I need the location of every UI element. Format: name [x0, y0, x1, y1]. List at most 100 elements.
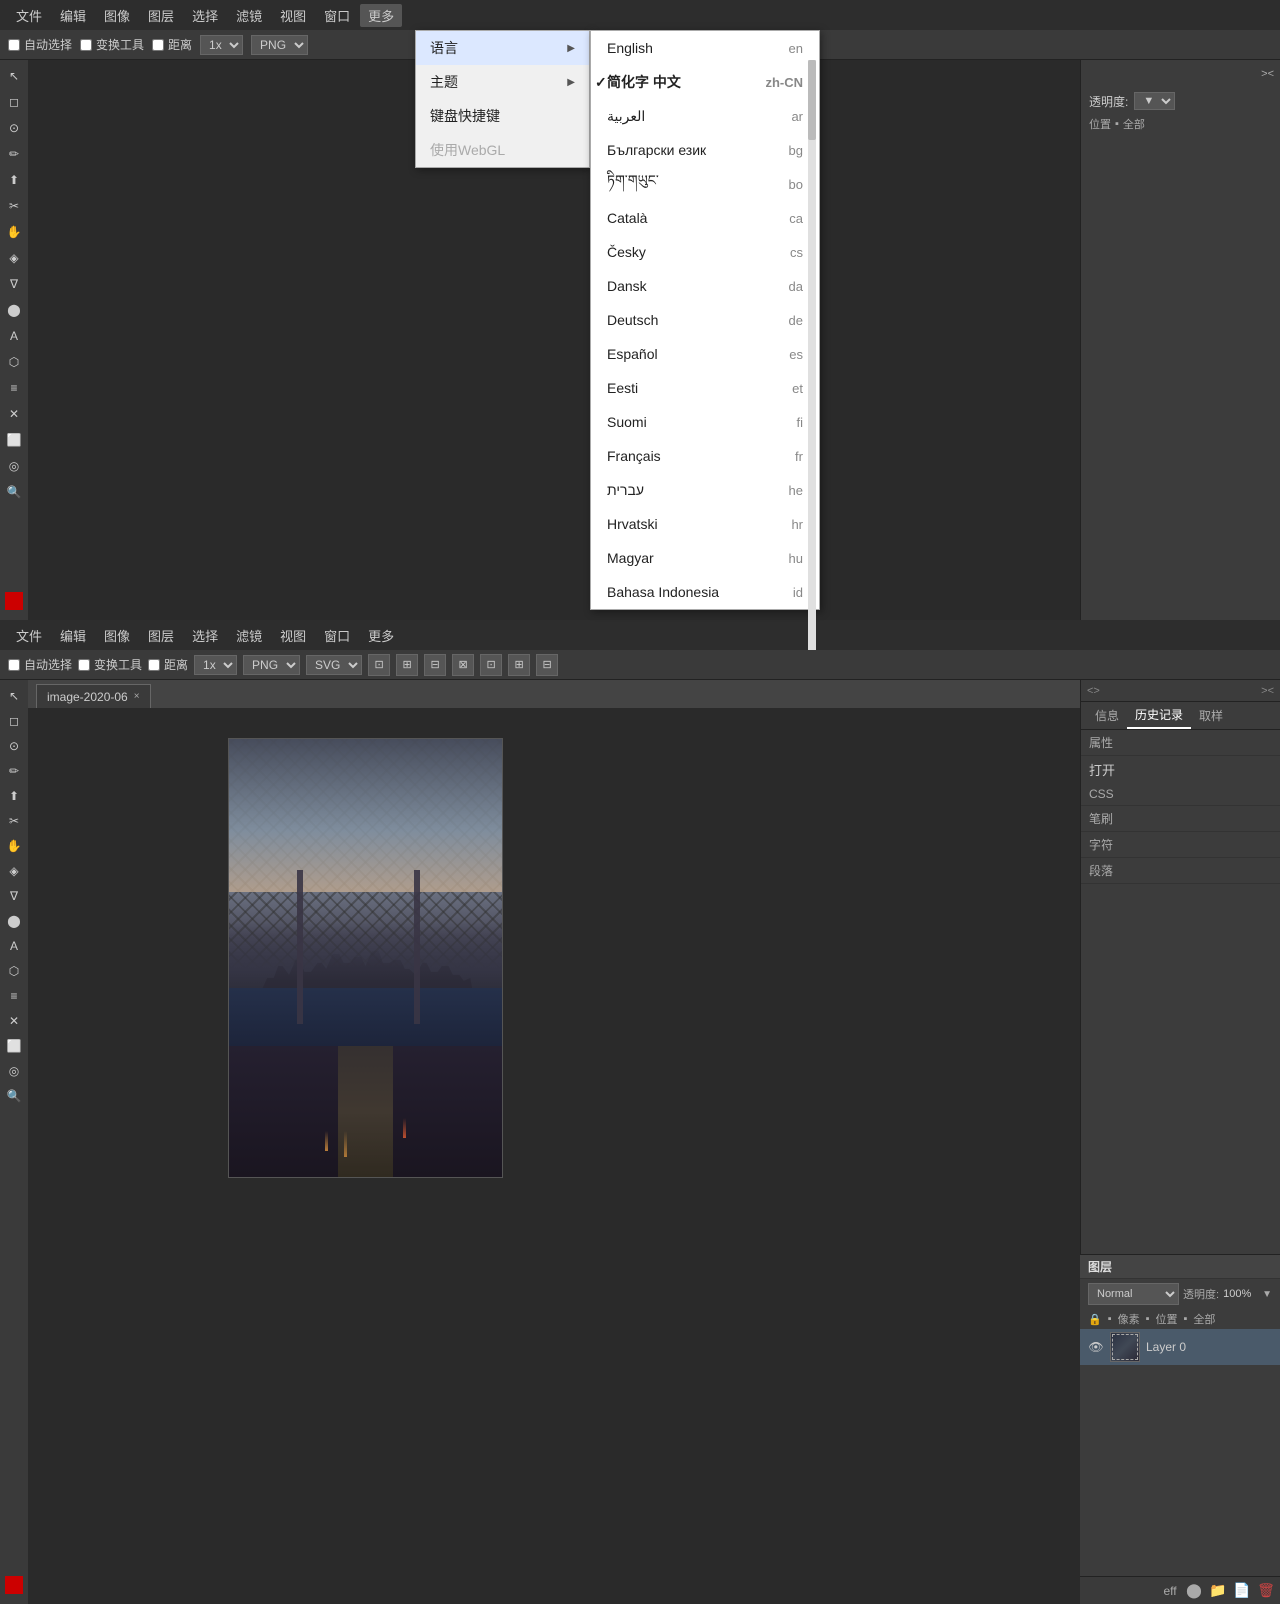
eraser-btn[interactable]: ✂: [2, 194, 26, 218]
text-tool-btn[interactable]: A: [2, 324, 26, 348]
menu-layer[interactable]: 图层: [140, 4, 182, 27]
menu-file[interactable]: 文件: [8, 4, 50, 27]
auto-select-checkbox[interactable]: 自动选择: [8, 36, 72, 53]
layer-visibility-toggle[interactable]: 👁: [1088, 1339, 1104, 1355]
bottom-zoom-select[interactable]: 1x: [194, 655, 237, 675]
select-tool-btn[interactable]: ↖: [2, 64, 26, 88]
bottom-menu-filter[interactable]: 滤镜: [228, 624, 270, 647]
format-select[interactable]: PNG: [251, 35, 308, 55]
lang-item-fi[interactable]: Suomi fi: [591, 405, 819, 439]
bottom-menu-image[interactable]: 图像: [96, 624, 138, 647]
bottom-distance-checkbox[interactable]: 距离: [148, 656, 188, 673]
arrange-btn[interactable]: ⊡: [480, 654, 502, 676]
align-center-btn[interactable]: ⊞: [396, 654, 418, 676]
lang-item-et[interactable]: Eesti et: [591, 371, 819, 405]
lang-submenu-scrollbar-thumb[interactable]: [808, 60, 816, 140]
bottom-menu-select[interactable]: 选择: [184, 624, 226, 647]
panel-right-arrow[interactable]: ><: [1261, 685, 1274, 697]
bottom-format2-select[interactable]: SVG: [306, 655, 362, 675]
layer-mask-btn[interactable]: ⬤: [1184, 1581, 1204, 1601]
layers-btn[interactable]: ≡: [2, 376, 26, 400]
b-zoom-tool-btn[interactable]: 🔍: [2, 1084, 26, 1108]
lang-item-es[interactable]: Español es: [591, 337, 819, 371]
lang-item-bg[interactable]: Български език bg: [591, 133, 819, 167]
bottom-auto-select-checkbox[interactable]: 自动选择: [8, 656, 72, 673]
transform-tool-checkbox[interactable]: 变换工具: [80, 36, 144, 53]
b-brush-tool-btn[interactable]: ✏: [2, 759, 26, 783]
lang-item-ar[interactable]: العربية ar: [591, 99, 819, 133]
align-right-btn[interactable]: ⊟: [424, 654, 446, 676]
bottom-foreground-color-swatch[interactable]: [5, 1576, 23, 1594]
bottom-menu-file[interactable]: 文件: [8, 624, 50, 647]
bottom-format-select[interactable]: PNG: [243, 655, 300, 675]
zoom-tool-btn[interactable]: 🔍: [2, 480, 26, 504]
properties-label[interactable]: 属性: [1081, 730, 1280, 756]
transform-tool-input[interactable]: [80, 39, 92, 51]
b-shapes-btn[interactable]: ⬤: [2, 909, 26, 933]
lang-item-ca[interactable]: Català ca: [591, 201, 819, 235]
layer-folder-btn[interactable]: 📁: [1208, 1581, 1228, 1601]
hand-tool-btn[interactable]: ✋: [2, 220, 26, 244]
brush-tool-btn[interactable]: ✏: [2, 142, 26, 166]
theme-menu-item[interactable]: 主题 ▶: [416, 65, 589, 99]
brush-label[interactable]: 笔刷: [1081, 806, 1280, 832]
shortcuts-menu-item[interactable]: 键盘快捷键: [416, 99, 589, 133]
b-gradient-btn[interactable]: ∇: [2, 884, 26, 908]
b-select-tool-btn[interactable]: ↖: [2, 684, 26, 708]
bottom-transform-input[interactable]: [78, 659, 90, 671]
align-left-btn[interactable]: ⊡: [368, 654, 390, 676]
opacity-dropdown-arrow[interactable]: ▼: [1262, 1289, 1272, 1300]
bottom-menu-edit[interactable]: 编辑: [52, 624, 94, 647]
b-text-tool-btn[interactable]: A: [2, 934, 26, 958]
clone-stamp-btn[interactable]: ⬆: [2, 168, 26, 192]
b-lasso-btn[interactable]: ⊙: [2, 734, 26, 758]
foreground-color-swatch[interactable]: [5, 592, 23, 610]
lang-item-zhcn[interactable]: ✓ 简化字 中文 zh-CN: [591, 65, 819, 99]
shapes-btn[interactable]: ⬤: [2, 298, 26, 322]
blend-mode-select[interactable]: Normal: [1088, 1283, 1179, 1305]
tab-sample[interactable]: 取样: [1191, 702, 1231, 729]
lang-item-he[interactable]: עברית he: [591, 473, 819, 507]
distance-checkbox[interactable]: 距离: [152, 36, 192, 53]
menu-image[interactable]: 图像: [96, 4, 138, 27]
arrange2-btn[interactable]: ⊞: [508, 654, 530, 676]
language-menu-item[interactable]: 语言 ▶: [416, 31, 589, 65]
transparency-select[interactable]: ▼: [1134, 92, 1175, 110]
magic-wand-btn[interactable]: ◈: [2, 246, 26, 270]
paint-bucket-btn[interactable]: ⬜: [2, 428, 26, 452]
tab-close-btn[interactable]: ×: [134, 691, 140, 702]
lang-item-fr[interactable]: Français fr: [591, 439, 819, 473]
panel-left-arrow[interactable]: <>: [1087, 685, 1100, 697]
layer-effect-btn[interactable]: eff: [1160, 1581, 1180, 1601]
lang-item-id[interactable]: Bahasa Indonesia id: [591, 575, 819, 609]
menu-more[interactable]: 更多: [360, 4, 402, 27]
tab-history[interactable]: 历史记录: [1127, 702, 1191, 729]
collapse-icon[interactable]: ><: [1261, 68, 1274, 80]
menu-window[interactable]: 窗口: [316, 4, 358, 27]
lang-item-bo[interactable]: ཏིག་གཡུང་ bo: [591, 167, 819, 201]
b-eraser-btn[interactable]: ✂: [2, 809, 26, 833]
b-rect-select-btn[interactable]: ◻: [2, 709, 26, 733]
crop-btn[interactable]: ✕: [2, 402, 26, 426]
lang-submenu-scrollbar-track[interactable]: [808, 60, 816, 650]
dodge-btn[interactable]: ◎: [2, 454, 26, 478]
b-polygon-btn[interactable]: ⬡: [2, 959, 26, 983]
layer-0-item[interactable]: 👁 Layer 0: [1080, 1329, 1280, 1365]
auto-select-input[interactable]: [8, 39, 20, 51]
tab-info[interactable]: 信息: [1087, 702, 1127, 729]
paragraph-label[interactable]: 段落: [1081, 858, 1280, 884]
zoom-select[interactable]: 1x: [200, 35, 243, 55]
bottom-menu-view[interactable]: 视图: [272, 624, 314, 647]
lang-item-cs[interactable]: Česky cs: [591, 235, 819, 269]
css-label[interactable]: CSS: [1081, 783, 1280, 806]
b-dodge-btn[interactable]: ◎: [2, 1059, 26, 1083]
bottom-menu-window[interactable]: 窗口: [316, 624, 358, 647]
rect-select-btn[interactable]: ◻: [2, 90, 26, 114]
bottom-transform-checkbox[interactable]: 变换工具: [78, 656, 142, 673]
b-hand-tool-btn[interactable]: ✋: [2, 834, 26, 858]
polygon-btn[interactable]: ⬡: [2, 350, 26, 374]
image-tab[interactable]: image-2020-06 ×: [36, 684, 151, 708]
lang-item-da[interactable]: Dansk da: [591, 269, 819, 303]
layer-delete-btn[interactable]: 🗑: [1256, 1581, 1276, 1601]
arrange3-btn[interactable]: ⊟: [536, 654, 558, 676]
